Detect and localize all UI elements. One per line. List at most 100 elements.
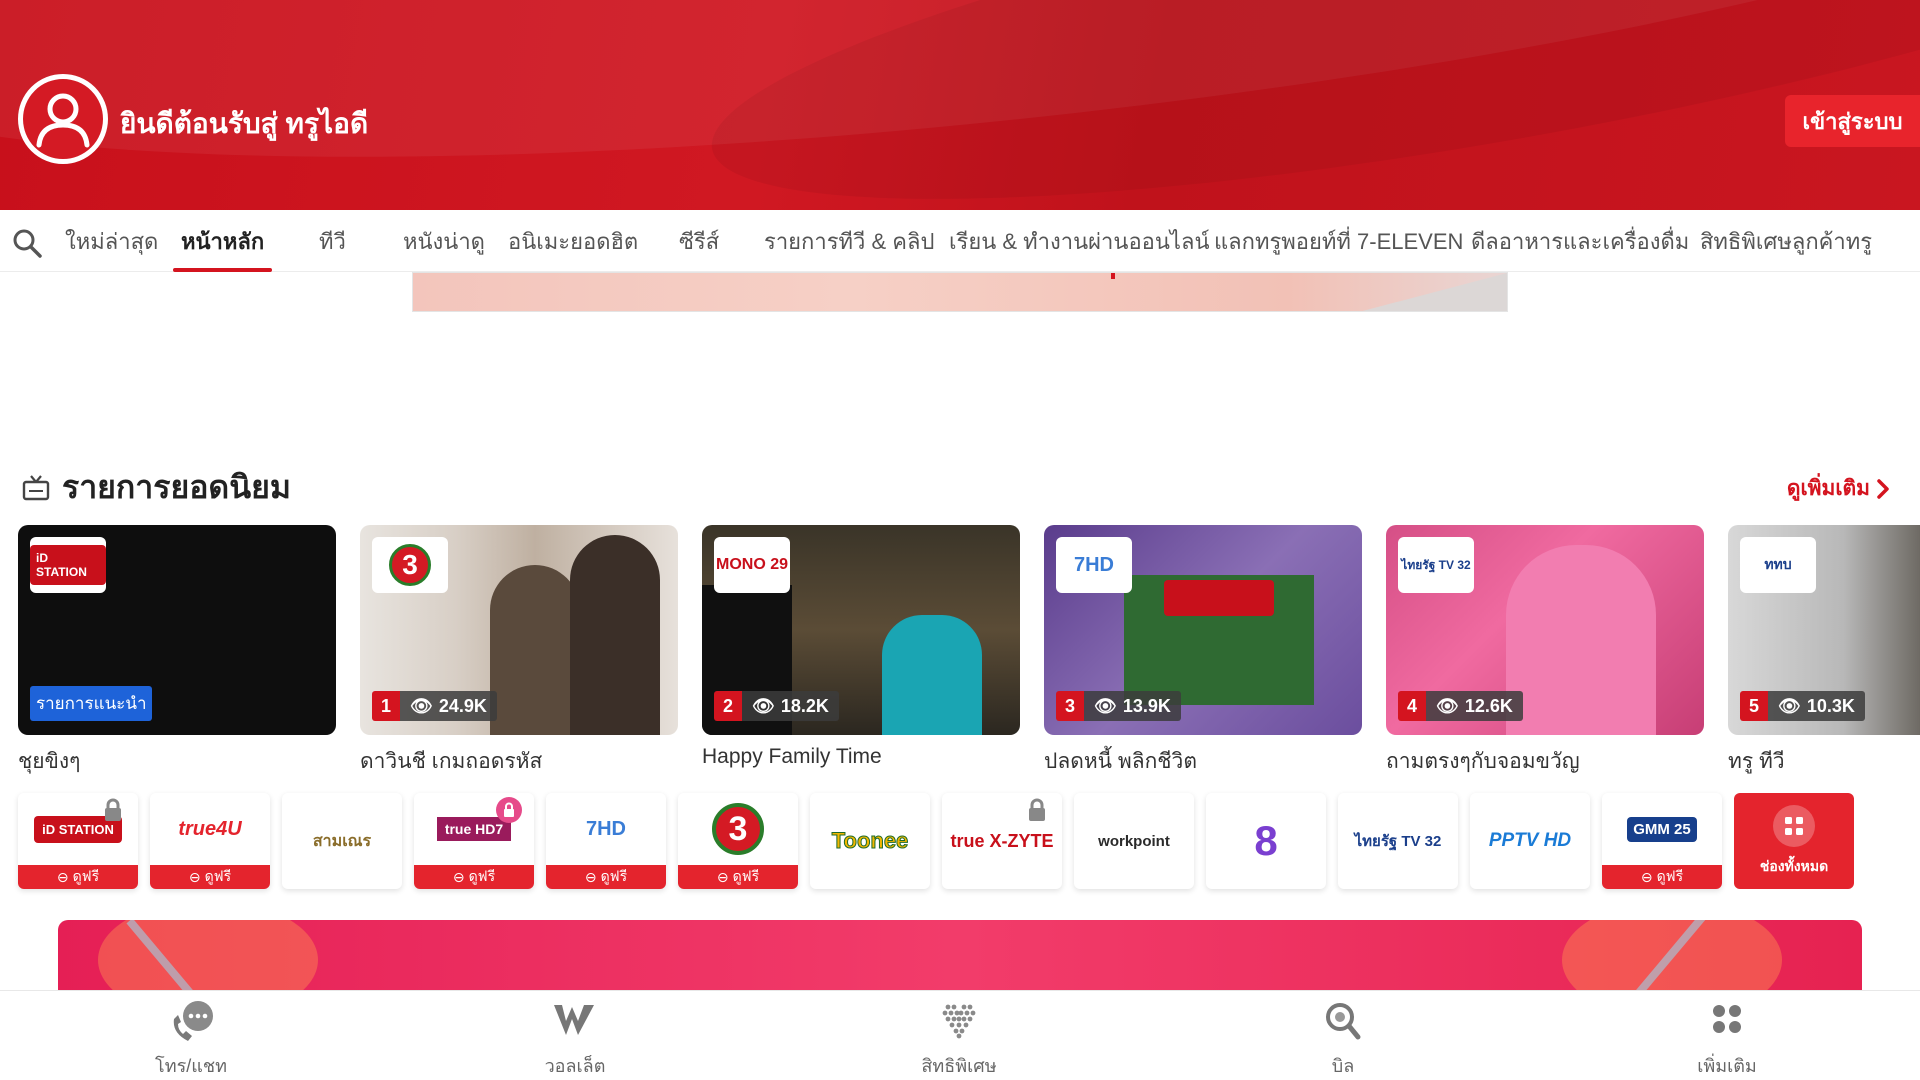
bottom-nav-label: สิทธิพิเศษ xyxy=(921,1056,997,1076)
tab-true-privileges[interactable]: สิทธิพิเศษลูกค้าทรู xyxy=(1700,224,1872,272)
channel-name: PPTV HD xyxy=(1488,830,1572,851)
search-icon[interactable] xyxy=(12,228,42,258)
channel-tile[interactable]: ไทยรัฐ TV 32 xyxy=(1338,793,1458,889)
tab-online-learning[interactable]: เรียน & ทำงานผ่านออนไลน์ xyxy=(949,224,1210,272)
show-card[interactable]: 7HD 3 👁 13.9K ปลดหนี้ พลิกชีวิต xyxy=(1044,525,1362,778)
free-watch-label: ⊖ ดูฟรี xyxy=(546,865,666,889)
more-icon xyxy=(1713,1005,1741,1033)
channel-name: ไทยรัฐ TV 32 xyxy=(1354,833,1442,850)
login-button[interactable]: เข้าสู่ระบบ xyxy=(1785,95,1920,147)
bottom-nav-label: เพิ่มเติม xyxy=(1697,1056,1757,1076)
show-card[interactable]: ไทยรัฐ TV 32 4 👁 12.6K ถามตรงๆกับจอมขวัญ xyxy=(1386,525,1704,778)
channel-name: true X-ZYTE xyxy=(950,830,1054,851)
tab-latest[interactable]: ใหม่ล่าสุด xyxy=(65,224,158,272)
all-channels-label: ช่องทั้งหมด xyxy=(1759,858,1829,874)
lock-icon xyxy=(105,798,121,821)
channel-tile[interactable]: 3 ⊖ ดูฟรี xyxy=(678,793,798,889)
top-banner[interactable] xyxy=(412,272,1508,312)
channel-tile[interactable]: Toonee xyxy=(810,793,930,889)
user-avatar-icon[interactable] xyxy=(18,74,108,164)
bottom-nav-more[interactable]: เพิ่มเติม xyxy=(1652,999,1802,1080)
channel-tile[interactable]: GMM 25 ⊖ ดูฟรี xyxy=(1602,793,1722,889)
channel-tile[interactable]: iD STATION ⊖ ดูฟรี xyxy=(18,793,138,889)
view-count: 12.6K xyxy=(1464,695,1513,716)
show-title: Happy Family Time xyxy=(702,745,882,768)
show-card[interactable]: ททบ 5 👁 10.3K ทรู ทีวี xyxy=(1728,525,1920,778)
free-watch-label: ⊖ ดูฟรี xyxy=(1602,865,1722,889)
tab-home[interactable]: หน้าหลัก xyxy=(172,224,273,272)
show-card[interactable]: MONO 29 2 👁 18.2K Happy Family Time xyxy=(702,525,1020,769)
channel-tile[interactable]: true4U ⊖ ดูฟรี xyxy=(150,793,270,889)
bottom-nav-label: บิล xyxy=(1331,1056,1355,1076)
bill-icon xyxy=(1326,1003,1361,1040)
tv-icon xyxy=(22,474,50,500)
show-card[interactable]: 3 1 👁 24.9K ดาวินชี เกมถอดรหัส xyxy=(360,525,678,778)
promo-banner[interactable] xyxy=(58,920,1862,990)
rank-number: 3 xyxy=(1056,691,1084,721)
free-watch-label: ⊖ ดูฟรี xyxy=(678,865,798,889)
show-thumbnail: 3 1 👁 24.9K xyxy=(360,525,678,735)
channel-tile[interactable]: true HD7 ⊖ ดูฟรี xyxy=(414,793,534,889)
tab-tv-shows-clips[interactable]: รายการทีวี & คลิป xyxy=(764,224,934,272)
watch-icon: ⊖ xyxy=(188,868,201,885)
show-thumbnail: iD STATION รายการแนะนำ xyxy=(18,525,336,735)
show-thumbnail: MONO 29 2 👁 18.2K xyxy=(702,525,1020,735)
tab-anime[interactable]: อนิเมะยอดฮิต xyxy=(508,224,638,272)
view-count: 10.3K xyxy=(1806,695,1855,716)
see-more-link[interactable]: ดูเพิ่มเติม xyxy=(1787,472,1890,505)
bottom-nav-wallet[interactable]: วอลเล็ต xyxy=(500,999,650,1080)
call-chat-icon xyxy=(173,1001,213,1041)
watch-icon: ⊖ xyxy=(452,868,465,885)
channel-logo: 3 xyxy=(372,537,448,593)
eye-icon: 👁 xyxy=(410,695,433,716)
channel-name: 3 xyxy=(712,803,764,855)
rank-number: 2 xyxy=(714,691,742,721)
show-title: ทรู ทีวี xyxy=(1728,750,1785,773)
watch-icon: ⊖ xyxy=(1640,868,1653,885)
lock-icon xyxy=(1029,798,1045,821)
rank-views-badge: 3 👁 13.9K xyxy=(1056,691,1181,721)
tab-food-deals[interactable]: ดีลอาหารและเครื่องดื่ม xyxy=(1471,224,1689,272)
watch-icon: ⊖ xyxy=(716,868,729,885)
bottom-nav-label: โทร/แชท xyxy=(155,1056,227,1076)
all-channels-button[interactable]: ช่องทั้งหมด xyxy=(1734,793,1854,889)
bottom-nav-call-chat[interactable]: โทร/แชท xyxy=(116,999,266,1080)
free-watch-label: ⊖ ดูฟรี xyxy=(150,865,270,889)
rank-views-badge: 2 👁 18.2K xyxy=(714,691,839,721)
view-count: 13.9K xyxy=(1122,695,1171,716)
channel-tile[interactable]: 8 xyxy=(1206,793,1326,889)
show-card[interactable]: iD STATION รายการแนะนำ ชุยขิงๆ xyxy=(18,525,336,778)
tab-series[interactable]: ซีรีส์ xyxy=(679,224,719,272)
tab-truepoint-7eleven[interactable]: แลกทรูพอยท์ที่ 7-ELEVEN xyxy=(1214,224,1463,272)
eye-icon: 👁 xyxy=(1094,695,1117,716)
channel-tile[interactable]: workpoint xyxy=(1074,793,1194,889)
watch-icon: ⊖ xyxy=(584,868,597,885)
eye-icon: 👁 xyxy=(752,695,775,716)
channel-name: 8 xyxy=(1254,817,1278,864)
privilege-icon xyxy=(942,1004,976,1039)
show-thumbnail: ไทยรัฐ TV 32 4 👁 12.6K xyxy=(1386,525,1704,735)
bottom-nav-bill[interactable]: บิล xyxy=(1268,999,1418,1080)
rank-views-badge: 4 👁 12.6K xyxy=(1398,691,1523,721)
channel-name: สามเณร xyxy=(312,832,372,850)
tab-tv[interactable]: ทีวี xyxy=(319,224,346,272)
rank-number: 1 xyxy=(372,691,400,721)
section-title-text: รายการยอดนิยม xyxy=(62,469,291,505)
show-title: ปลดหนี้ พลิกชีวิต xyxy=(1044,750,1197,773)
channel-tile[interactable]: 7HD ⊖ ดูฟรี xyxy=(546,793,666,889)
view-count: 18.2K xyxy=(780,695,829,716)
show-thumbnail: 7HD 3 👁 13.9K xyxy=(1044,525,1362,735)
channel-tile[interactable]: true X-ZYTE xyxy=(942,793,1062,889)
rank-views-badge: 5 👁 10.3K xyxy=(1740,691,1865,721)
channel-logo: 7HD xyxy=(1056,537,1132,593)
channel-tile[interactable]: PPTV HD xyxy=(1470,793,1590,889)
eye-icon: 👁 xyxy=(1778,695,1801,716)
show-title: ถามตรงๆกับจอมขวัญ xyxy=(1386,750,1580,773)
channel-tile[interactable]: สามเณร xyxy=(282,793,402,889)
view-count: 24.9K xyxy=(438,695,487,716)
channel-name: workpoint xyxy=(1098,832,1170,850)
tab-movies[interactable]: หนังน่าดู xyxy=(403,224,485,272)
rank-views-badge: 1 👁 24.9K xyxy=(372,691,497,721)
channel-logo: MONO 29 xyxy=(714,537,790,593)
bottom-nav-privilege[interactable]: สิทธิพิเศษ xyxy=(884,999,1034,1080)
